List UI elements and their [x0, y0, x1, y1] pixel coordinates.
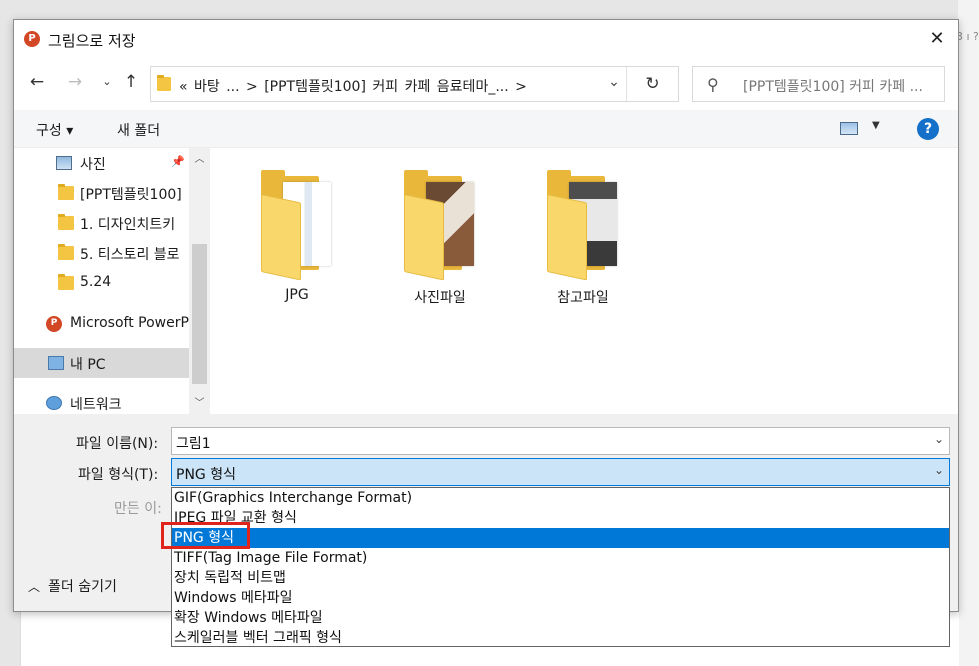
annotation-highlight-box	[161, 522, 250, 549]
background-text: 3 ı ?	[956, 30, 979, 43]
close-icon: ✕	[929, 28, 945, 49]
folder-label: 사진파일	[414, 290, 466, 306]
filetype-option-tiff[interactable]: TIFF(Tag Image File Format)	[172, 548, 949, 568]
search-input[interactable]: [PPT템플릿100] 커피 카페 ...	[743, 76, 923, 96]
sidebar-item-design-cheatkey[interactable]: 1. 디자인치트키	[14, 208, 189, 238]
background-window-edge	[958, 0, 979, 666]
filetype-option-wmf[interactable]: Windows 메타파일	[172, 588, 949, 608]
network-icon	[46, 396, 62, 410]
titlebar: P 그림으로 저장 ✕	[14, 20, 958, 58]
folder-label: 참고파일	[557, 290, 609, 306]
chevron-up-icon: ︿	[28, 580, 41, 594]
address-dropdown-button[interactable]: ⌄	[603, 74, 625, 96]
back-button[interactable]: ←	[26, 70, 48, 94]
help-button[interactable]: ?	[917, 118, 939, 140]
chevron-down-icon[interactable]: ⌄	[934, 432, 944, 446]
powerpoint-app-icon: P	[24, 31, 40, 47]
chevron-up-icon: ︿	[194, 154, 205, 165]
sidebar-item-pictures[interactable]: 사진 📌	[14, 148, 189, 178]
arrow-up-icon: ↑	[123, 72, 139, 92]
chevron-down-icon: ▼	[872, 120, 880, 131]
pin-icon[interactable]: 📌	[171, 155, 185, 168]
navigation-pane: 사진 📌 [PPT템플릿100] 1. 디자인치트키 5. 티스토리 블로 5.…	[14, 148, 210, 414]
folder-label: JPG	[285, 287, 309, 303]
filename-value[interactable]: 그림1	[176, 433, 211, 453]
pictures-icon	[56, 156, 72, 170]
sidebar-item-powerpoint[interactable]: P Microsoft PowerP	[14, 309, 189, 339]
sidebar-item-label: 네트워크	[70, 397, 122, 413]
new-folder-button[interactable]: 새 폴더	[117, 120, 160, 140]
dialog-title: 그림으로 저장	[48, 32, 136, 50]
sidebar-item-label: Microsoft PowerP	[70, 315, 189, 331]
sidebar-item-label: 사진	[80, 157, 106, 173]
sidebar-item-5-24[interactable]: 5.24	[14, 268, 189, 298]
scroll-down-button[interactable]: ﹀	[189, 394, 210, 414]
folder-item-jpg[interactable]: JPG	[247, 170, 347, 310]
refresh-button[interactable]: ↻	[626, 67, 678, 101]
filetype-option-png[interactable]: PNG 형식	[172, 528, 949, 548]
folder-item-reference[interactable]: 참고파일	[533, 170, 633, 310]
refresh-icon: ↻	[645, 74, 660, 94]
folder-icon	[58, 184, 74, 200]
folder-icon	[58, 244, 74, 260]
sidebar-item-tistory-blog[interactable]: 5. 티스토리 블로	[14, 238, 189, 268]
up-button[interactable]: ↑	[120, 70, 142, 94]
scroll-up-button[interactable]: ︿	[189, 150, 210, 170]
folder-icon	[157, 75, 171, 91]
folder-icon	[404, 170, 480, 281]
filetype-option-svg[interactable]: 스케일러블 벡터 그래픽 형식	[172, 628, 949, 648]
hide-folders-button[interactable]: ︿ 폴더 숨기기	[28, 576, 117, 596]
folder-icon	[547, 170, 623, 281]
navigation-bar: ← → ⌄ ↑ « 바탕 ... > [PPT템플릿100] 커피 카페 음료테…	[14, 62, 958, 102]
folder-icon	[58, 214, 74, 230]
arrow-right-icon: →	[67, 72, 83, 92]
scrollbar-thumb[interactable]	[192, 244, 207, 384]
filetype-option-bmp[interactable]: 장치 독립적 비트맵	[172, 568, 949, 588]
hide-folders-label: 폴더 숨기기	[48, 579, 117, 595]
sidebar-item-label: 1. 디자인치트키	[80, 217, 176, 233]
filetype-dropdown-list: GIF(Graphics Interchange Format) JPEG 파일…	[171, 487, 950, 647]
recent-locations-button[interactable]: ⌄	[96, 70, 118, 94]
view-icon	[840, 122, 858, 135]
folder-item-photos[interactable]: 사진파일	[390, 170, 490, 310]
chevron-down-icon: ﹀	[194, 398, 205, 409]
filetype-value[interactable]: PNG 형식	[176, 464, 236, 484]
sidebar-item-label: 5.24	[80, 274, 112, 290]
arrow-left-icon: ←	[29, 72, 45, 92]
forward-button[interactable]: →	[64, 70, 86, 94]
computer-icon	[48, 356, 64, 370]
sidebar-item-label: 내 PC	[70, 357, 106, 373]
filename-label: 파일 이름(N):	[76, 436, 159, 452]
author-label: 만든 이:	[114, 501, 162, 517]
file-list: JPG 사진파일 참고파일	[210, 148, 958, 414]
powerpoint-icon: P	[46, 316, 62, 332]
sidebar-item-ppt-template[interactable]: [PPT템플릿100]	[14, 178, 189, 208]
filetype-option-emf[interactable]: 확장 Windows 메타파일	[172, 608, 949, 628]
chevron-down-icon: ⌄	[608, 74, 620, 90]
organize-button[interactable]: 구성 ▾	[36, 120, 73, 140]
navigation-scrollbar[interactable]: ︿ ﹀	[189, 148, 210, 414]
address-bar[interactable]: « 바탕 ... > [PPT템플릿100] 커피 카페 음료테마_... > …	[150, 66, 679, 102]
filetype-label: 파일 형식(T):	[78, 467, 159, 483]
filetype-select[interactable]: PNG 형식 ⌄	[171, 458, 950, 486]
sidebar-item-this-pc[interactable]: 내 PC	[14, 348, 189, 378]
chevron-down-icon[interactable]: ⌄	[934, 463, 944, 477]
search-icon: ⚲	[707, 75, 719, 94]
sidebar-item-label: [PPT템플릿100]	[80, 187, 182, 203]
command-bar: 구성 ▾ 새 폴더 ▼ ?	[14, 110, 958, 148]
search-box[interactable]: ⚲ [PPT템플릿100] 커피 카페 ...	[692, 66, 945, 102]
address-path[interactable]: « 바탕 ... > [PPT템플릿100] 커피 카페 음료테마_... >	[179, 76, 527, 96]
filetype-option-gif[interactable]: GIF(Graphics Interchange Format)	[172, 488, 949, 508]
folder-icon	[58, 274, 74, 290]
view-options-button[interactable]: ▼	[840, 120, 886, 138]
chevron-down-icon: ⌄	[102, 75, 112, 88]
sidebar-item-network[interactable]: 네트워크	[14, 388, 189, 414]
folder-icon	[261, 170, 337, 281]
filetype-option-jpeg[interactable]: JPEG 파일 교환 형식	[172, 508, 949, 528]
sidebar-item-label: 5. 티스토리 블로	[80, 247, 180, 263]
close-button[interactable]: ✕	[922, 26, 952, 52]
filename-field[interactable]: 그림1 ⌄	[171, 427, 950, 455]
